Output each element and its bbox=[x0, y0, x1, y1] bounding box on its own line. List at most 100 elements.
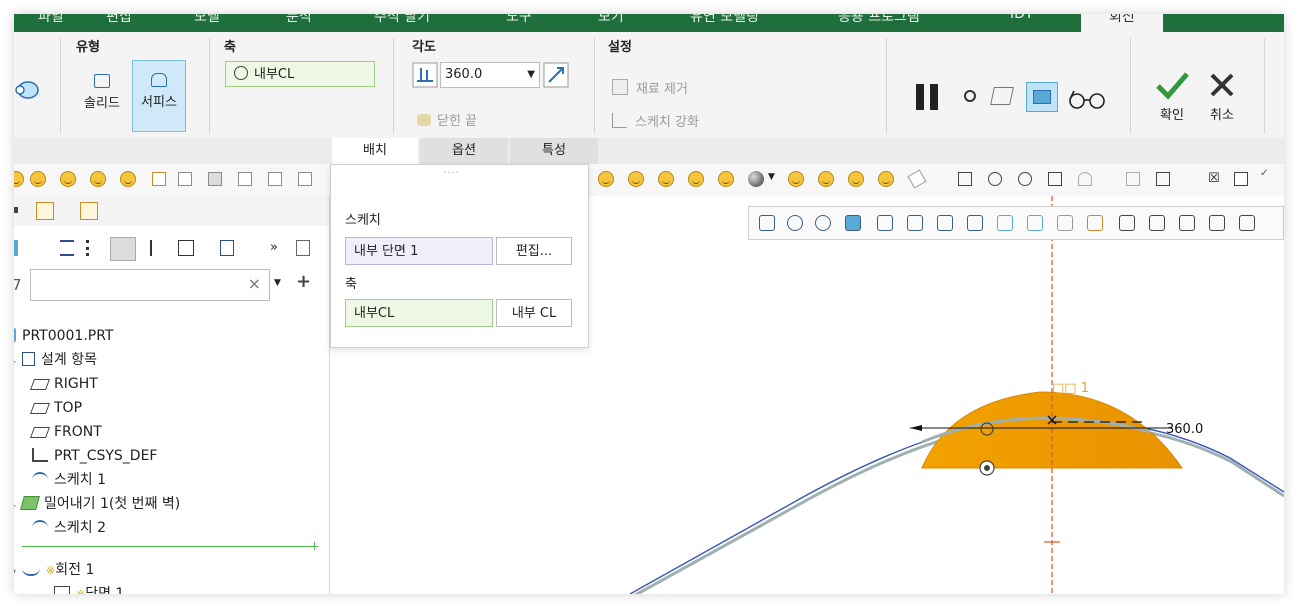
undo-icon[interactable] bbox=[1078, 172, 1092, 186]
settings-icon[interactable] bbox=[298, 172, 312, 186]
cancel-button[interactable]: 취소 bbox=[1200, 70, 1244, 123]
tree-list-icon[interactable] bbox=[60, 240, 74, 256]
tree-node-csys[interactable]: PRT_CSYS_DEF bbox=[32, 444, 157, 468]
tab-applications[interactable]: 응용 프로그램 bbox=[838, 14, 920, 26]
smiley-icon[interactable] bbox=[848, 171, 864, 187]
remove-material-option[interactable]: 재료 제거 bbox=[612, 78, 688, 97]
point-display-icon[interactable] bbox=[1179, 215, 1195, 231]
display-style-icon[interactable] bbox=[877, 215, 893, 231]
chevron-down-icon[interactable]: ▼ bbox=[274, 278, 281, 288]
section-view-icon[interactable] bbox=[997, 215, 1013, 231]
save-icon[interactable] bbox=[208, 172, 222, 186]
tab-annotate[interactable]: 주석 달기 bbox=[374, 14, 430, 26]
smiley-icon[interactable] bbox=[120, 171, 136, 187]
zoom-out-icon[interactable] bbox=[815, 215, 831, 231]
tab-flexible-modeling[interactable]: 유연 모델링 bbox=[690, 14, 759, 26]
smiley-icon[interactable] bbox=[30, 171, 46, 187]
tree-node-section-1[interactable]: ※단면 1 bbox=[54, 582, 124, 594]
axis-display-icon[interactable] bbox=[1149, 215, 1165, 231]
show-icon[interactable] bbox=[296, 240, 310, 256]
part-small-icon[interactable] bbox=[14, 240, 18, 256]
folder-browser-icon[interactable] bbox=[36, 202, 54, 220]
pause-icon[interactable] bbox=[916, 84, 924, 110]
open-icon[interactable] bbox=[238, 172, 252, 186]
measure-icon[interactable] bbox=[907, 169, 927, 189]
tab-placement[interactable]: 배치 bbox=[332, 138, 418, 164]
smiley-icon[interactable] bbox=[788, 171, 804, 187]
layer-icon[interactable] bbox=[178, 240, 194, 256]
smiley-icon[interactable] bbox=[718, 171, 734, 187]
tree-node-right[interactable]: RIGHT bbox=[29, 372, 98, 396]
chevron-down-icon[interactable]: ▼ bbox=[768, 172, 775, 182]
annotation-icon[interactable] bbox=[1234, 172, 1248, 186]
closed-ends-option[interactable]: 닫힌 끝 bbox=[417, 110, 477, 129]
tab-analysis[interactable]: 분석 bbox=[286, 14, 312, 26]
view-manager-icon[interactable] bbox=[937, 215, 953, 231]
tab-options[interactable]: 옵션 bbox=[420, 138, 508, 164]
close-small-icon[interactable]: ☒ bbox=[1208, 171, 1220, 186]
tab-idt[interactable]: IDT bbox=[1010, 14, 1033, 22]
tab-properties[interactable]: 특성 bbox=[510, 138, 598, 164]
datum-display-icon[interactable] bbox=[1057, 215, 1073, 231]
angle-type-icon[interactable] bbox=[412, 62, 438, 88]
smiley-icon[interactable] bbox=[688, 171, 704, 187]
csys-display-icon[interactable] bbox=[1209, 215, 1225, 231]
tolerance-icon[interactable]: ✓ bbox=[1260, 168, 1268, 179]
tree-node-sketch-1[interactable]: 스케치 1 bbox=[32, 468, 106, 492]
more-icon[interactable]: » bbox=[270, 240, 278, 255]
appearance-icon[interactable] bbox=[1027, 215, 1043, 231]
solid-button[interactable]: 솔리드 bbox=[76, 62, 128, 132]
annotation-display-icon[interactable] bbox=[1087, 215, 1103, 231]
axis-collector[interactable]: 내부CL bbox=[225, 61, 375, 87]
regenerate-icon[interactable] bbox=[152, 172, 166, 186]
list-icon[interactable] bbox=[1126, 172, 1140, 186]
tab-view[interactable]: 보기 bbox=[598, 14, 624, 26]
search-input[interactable]: × bbox=[30, 269, 270, 301]
tree-node-design-items[interactable]: ▸ 설계 항목 bbox=[14, 348, 97, 372]
tree-node-part[interactable]: PRT0001.PRT bbox=[14, 324, 114, 348]
smiley-icon[interactable] bbox=[628, 171, 644, 187]
smiley-icon[interactable] bbox=[60, 171, 76, 187]
curve-icon[interactable] bbox=[988, 172, 1002, 186]
internal-cl-button[interactable]: 내부 CL bbox=[496, 299, 572, 327]
appearance-ball-icon[interactable] bbox=[748, 171, 764, 187]
add-icon[interactable]: + bbox=[296, 271, 311, 292]
glasses-icon[interactable] bbox=[1068, 88, 1106, 110]
details-icon[interactable] bbox=[220, 240, 234, 256]
axis-collector-panel[interactable]: 내부CL bbox=[345, 299, 493, 327]
angle-input[interactable]: 360.0 ▼ bbox=[440, 62, 540, 88]
no-preview-icon[interactable] bbox=[964, 90, 976, 102]
refit-icon[interactable] bbox=[759, 215, 775, 231]
window-layout-icon[interactable] bbox=[1156, 172, 1170, 186]
tree-node-sketch-2[interactable]: 스케치 2 bbox=[32, 516, 106, 540]
tab-tools[interactable]: 도구 bbox=[506, 14, 532, 26]
tab-edit[interactable]: 편집 bbox=[106, 14, 132, 26]
chevron-down-icon[interactable]: ▼ bbox=[527, 63, 535, 87]
ok-button[interactable]: 확인 bbox=[1150, 70, 1194, 123]
drag-handle[interactable]: .... bbox=[443, 165, 460, 176]
tree-node-revolve-1[interactable]: ▾ ※회전 1 bbox=[14, 558, 94, 582]
tab-revolve[interactable]: 회전 bbox=[1081, 14, 1163, 32]
spin-center-icon[interactable] bbox=[1239, 215, 1255, 231]
preview-geometry-icon[interactable] bbox=[1026, 82, 1058, 112]
surface-button[interactable]: 서피스 bbox=[132, 60, 186, 132]
favorites-icon[interactable] bbox=[80, 202, 98, 220]
tree-columns-icon[interactable] bbox=[86, 240, 96, 256]
smiley-icon[interactable] bbox=[878, 171, 894, 187]
tree-node-front[interactable]: FRONT bbox=[29, 420, 102, 444]
tree-node-extrude-1[interactable]: ▸ 밀어내기 1(첫 번째 벽) bbox=[14, 492, 180, 516]
smiley-icon[interactable] bbox=[14, 171, 24, 187]
smiley-icon[interactable] bbox=[818, 171, 834, 187]
edit-sketch-button[interactable]: 편집... bbox=[496, 237, 572, 265]
expand-icon[interactable]: ▸ bbox=[14, 357, 16, 366]
repaint-icon[interactable] bbox=[845, 215, 861, 231]
thicken-sketch-option[interactable]: 스케치 강화 bbox=[612, 111, 699, 130]
tab-file[interactable]: 파일 bbox=[38, 14, 64, 26]
smiley-icon[interactable] bbox=[598, 171, 614, 187]
tab-model[interactable]: 모델 bbox=[194, 14, 220, 26]
new-file-icon[interactable] bbox=[178, 172, 192, 186]
window-icon[interactable] bbox=[268, 172, 282, 186]
preview-wireframe-icon[interactable] bbox=[990, 87, 1014, 105]
perspective-icon[interactable] bbox=[967, 215, 983, 231]
tree-node-top[interactable]: TOP bbox=[29, 396, 82, 420]
